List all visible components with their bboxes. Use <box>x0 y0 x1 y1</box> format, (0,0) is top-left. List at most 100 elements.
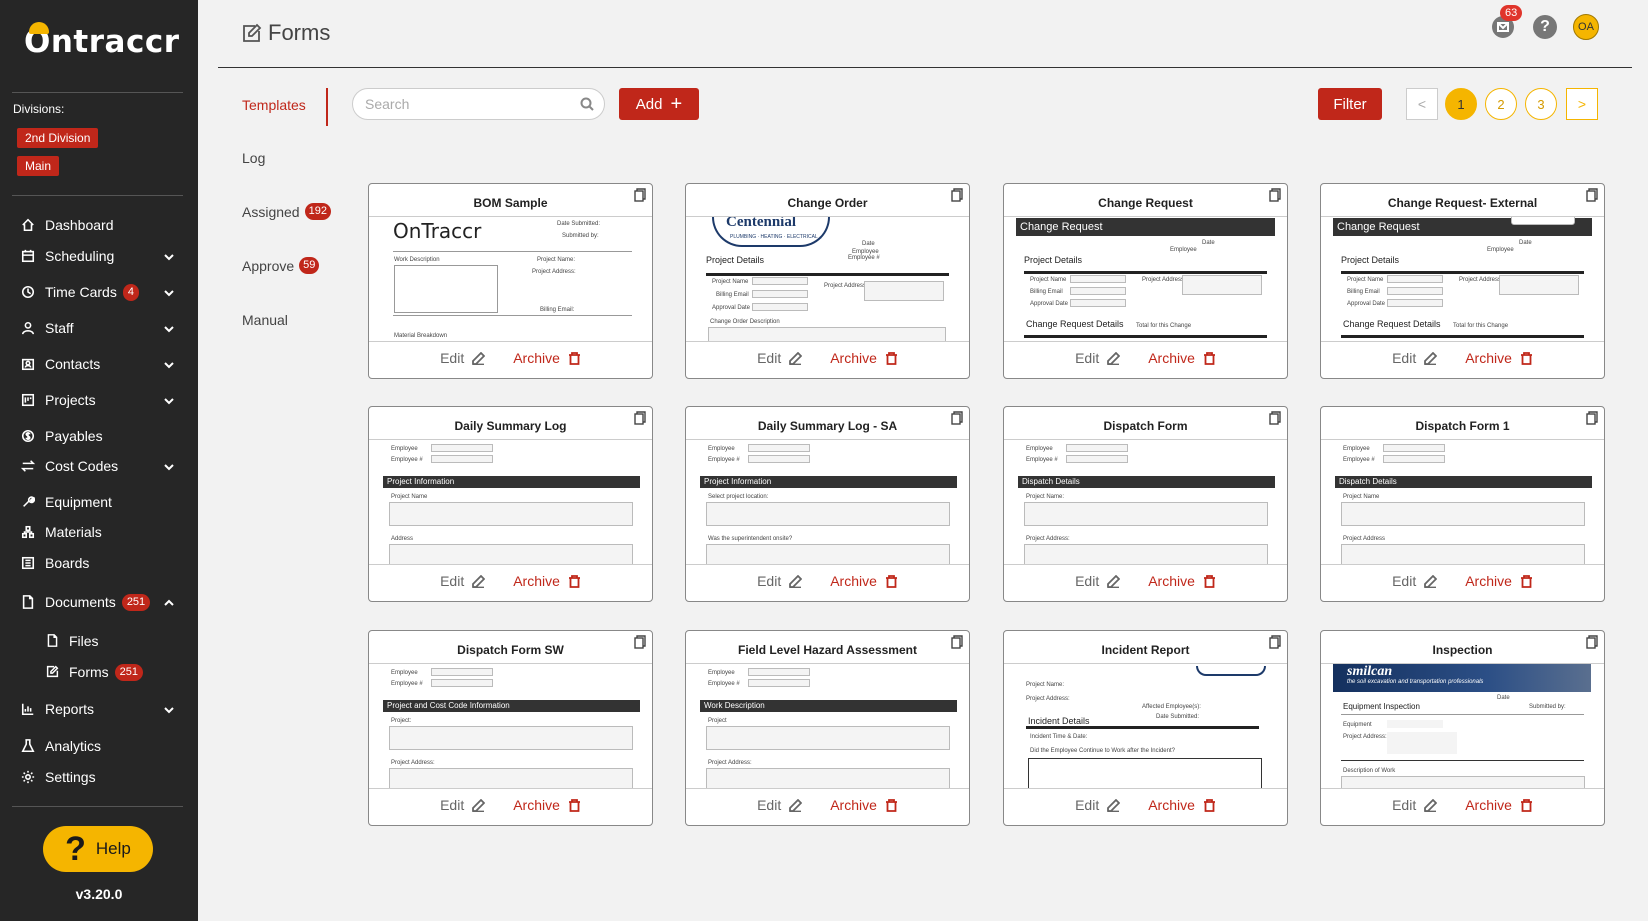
tab-templates[interactable]: Templates <box>242 97 306 113</box>
pagination-page-3[interactable]: 3 <box>1525 88 1557 120</box>
form-template-card[interactable]: Dispatch Form 1 Employee Employee # Disp… <box>1320 406 1605 602</box>
sidebar-item-contacts[interactable]: Contacts <box>20 352 185 376</box>
copy-icon[interactable] <box>951 188 963 202</box>
help-circle-icon[interactable]: ? <box>1533 15 1557 39</box>
sidebar-item-reports[interactable]: Reports <box>20 697 185 721</box>
archive-button[interactable]: Archive <box>513 797 581 813</box>
copy-icon[interactable] <box>1586 411 1598 425</box>
form-template-card[interactable]: Change Request Change Request Date Emplo… <box>1003 183 1288 379</box>
search-input[interactable] <box>365 96 565 112</box>
copy-icon[interactable] <box>951 411 963 425</box>
archive-button[interactable]: Archive <box>513 350 581 366</box>
sidebar-item-equipment[interactable]: Equipment <box>20 490 185 514</box>
sidebar-item-settings[interactable]: Settings <box>20 765 185 789</box>
form-template-card[interactable]: Dispatch Form Employee Employee # Dispat… <box>1003 406 1288 602</box>
division-badge-main[interactable]: Main <box>17 156 60 176</box>
tab-assigned[interactable]: Assigned 192 <box>242 203 331 220</box>
preview-field: Approval Date <box>712 305 751 311</box>
sidebar-item-analytics[interactable]: Analytics <box>20 734 185 758</box>
edit-button[interactable]: Edit <box>1075 573 1121 589</box>
copy-icon[interactable] <box>634 411 646 425</box>
copy-icon[interactable] <box>1586 635 1598 649</box>
form-preview: Centennial PLUMBING · HEATING · ELECTRIC… <box>686 216 969 342</box>
approve-badge: 59 <box>299 257 320 274</box>
copy-icon[interactable] <box>1269 188 1281 202</box>
add-button[interactable]: Add + <box>619 88 699 120</box>
pagination-page-2[interactable]: 2 <box>1485 88 1517 120</box>
archive-button[interactable]: Archive <box>1148 573 1216 589</box>
edit-button[interactable]: Edit <box>1075 797 1121 813</box>
trash-icon <box>1203 351 1215 365</box>
archive-button[interactable]: Archive <box>830 797 898 813</box>
form-template-card[interactable]: Incident Report Project Name: Project Ad… <box>1003 630 1288 826</box>
form-template-card[interactable]: Inspection smilcan the soil excavation a… <box>1320 630 1605 826</box>
form-template-card[interactable]: BOM Sample OnTraccr Date Submitted: Subm… <box>368 183 653 379</box>
copy-icon[interactable] <box>634 188 646 202</box>
sidebar-item-cost-codes[interactable]: Cost Codes <box>20 454 185 478</box>
copy-icon[interactable] <box>634 635 646 649</box>
edit-button[interactable]: Edit <box>440 797 486 813</box>
chevron-down-icon[interactable] <box>163 358 175 370</box>
archive-button[interactable]: Archive <box>830 350 898 366</box>
copy-icon[interactable] <box>1269 635 1281 649</box>
archive-button[interactable]: Archive <box>1465 797 1533 813</box>
edit-button[interactable]: Edit <box>440 573 486 589</box>
tab-log[interactable]: Log <box>242 150 265 166</box>
search-box[interactable] <box>352 88 605 120</box>
sidebar-item-projects[interactable]: Projects <box>20 388 185 412</box>
chevron-down-icon[interactable] <box>163 250 175 262</box>
form-template-card[interactable]: Change Order Centennial PLUMBING · HEATI… <box>685 183 970 379</box>
archive-button[interactable]: Archive <box>830 573 898 589</box>
archive-button[interactable]: Archive <box>1148 797 1216 813</box>
search-icon[interactable] <box>580 97 594 111</box>
chevron-down-icon[interactable] <box>163 286 175 298</box>
copy-icon[interactable] <box>1586 188 1598 202</box>
sidebar-item-payables[interactable]: Payables <box>20 424 185 448</box>
edit-button[interactable]: Edit <box>1075 350 1121 366</box>
archive-button[interactable]: Archive <box>1148 350 1216 366</box>
copy-icon[interactable] <box>1269 411 1281 425</box>
archive-button[interactable]: Archive <box>1465 573 1533 589</box>
pagination-page-1[interactable]: 1 <box>1445 88 1477 120</box>
sidebar-item-boards[interactable]: Boards <box>20 551 185 575</box>
filter-button[interactable]: Filter <box>1318 88 1382 120</box>
pagination-next[interactable]: > <box>1566 88 1598 120</box>
archive-button[interactable]: Archive <box>1465 350 1533 366</box>
edit-button[interactable]: Edit <box>1392 797 1438 813</box>
card-actions: Edit Archive <box>369 350 652 366</box>
chevron-down-icon[interactable] <box>163 460 175 472</box>
edit-button[interactable]: Edit <box>1392 350 1438 366</box>
sidebar-item-materials[interactable]: Materials <box>20 520 185 544</box>
sidebar-subitem-files[interactable]: Files <box>46 630 99 652</box>
edit-button[interactable]: Edit <box>757 797 803 813</box>
sidebar-item-time-cards[interactable]: Time Cards 4 <box>20 280 185 304</box>
sidebar-item-staff[interactable]: Staff <box>20 316 185 340</box>
edit-button[interactable]: Edit <box>757 350 803 366</box>
pagination-prev[interactable]: < <box>1406 88 1438 120</box>
chevron-up-icon[interactable] <box>163 596 175 608</box>
chevron-down-icon[interactable] <box>163 703 175 715</box>
help-button[interactable]: ? Help <box>43 826 153 872</box>
tab-approve[interactable]: Approve 59 <box>242 257 320 274</box>
sidebar-subitem-forms[interactable]: Forms 251 <box>46 661 144 683</box>
form-template-card[interactable]: Change Request- External Change Request … <box>1320 183 1605 379</box>
app-logo[interactable]: Ontraccr <box>24 22 180 60</box>
chevron-down-icon[interactable] <box>163 394 175 406</box>
form-template-card[interactable]: Daily Summary Log - SA Employee Employee… <box>685 406 970 602</box>
chevron-down-icon[interactable] <box>163 322 175 334</box>
preview-input <box>1387 299 1443 307</box>
sidebar-item-documents[interactable]: Documents 251 <box>20 590 185 614</box>
edit-button[interactable]: Edit <box>440 350 486 366</box>
form-template-card[interactable]: Dispatch Form SW Employee Employee # Pro… <box>368 630 653 826</box>
form-template-card[interactable]: Daily Summary Log Employee Employee # Pr… <box>368 406 653 602</box>
sidebar-item-dashboard[interactable]: Dashboard <box>20 213 185 237</box>
sidebar-item-scheduling[interactable]: Scheduling <box>20 244 185 268</box>
form-template-card[interactable]: Field Level Hazard Assessment Employee E… <box>685 630 970 826</box>
edit-button[interactable]: Edit <box>757 573 803 589</box>
copy-icon[interactable] <box>951 635 963 649</box>
division-badge-2nd-division[interactable]: 2nd Division <box>17 128 99 148</box>
archive-button[interactable]: Archive <box>513 573 581 589</box>
edit-button[interactable]: Edit <box>1392 573 1438 589</box>
tab-manual[interactable]: Manual <box>242 312 288 328</box>
avatar[interactable]: OA <box>1573 14 1599 40</box>
